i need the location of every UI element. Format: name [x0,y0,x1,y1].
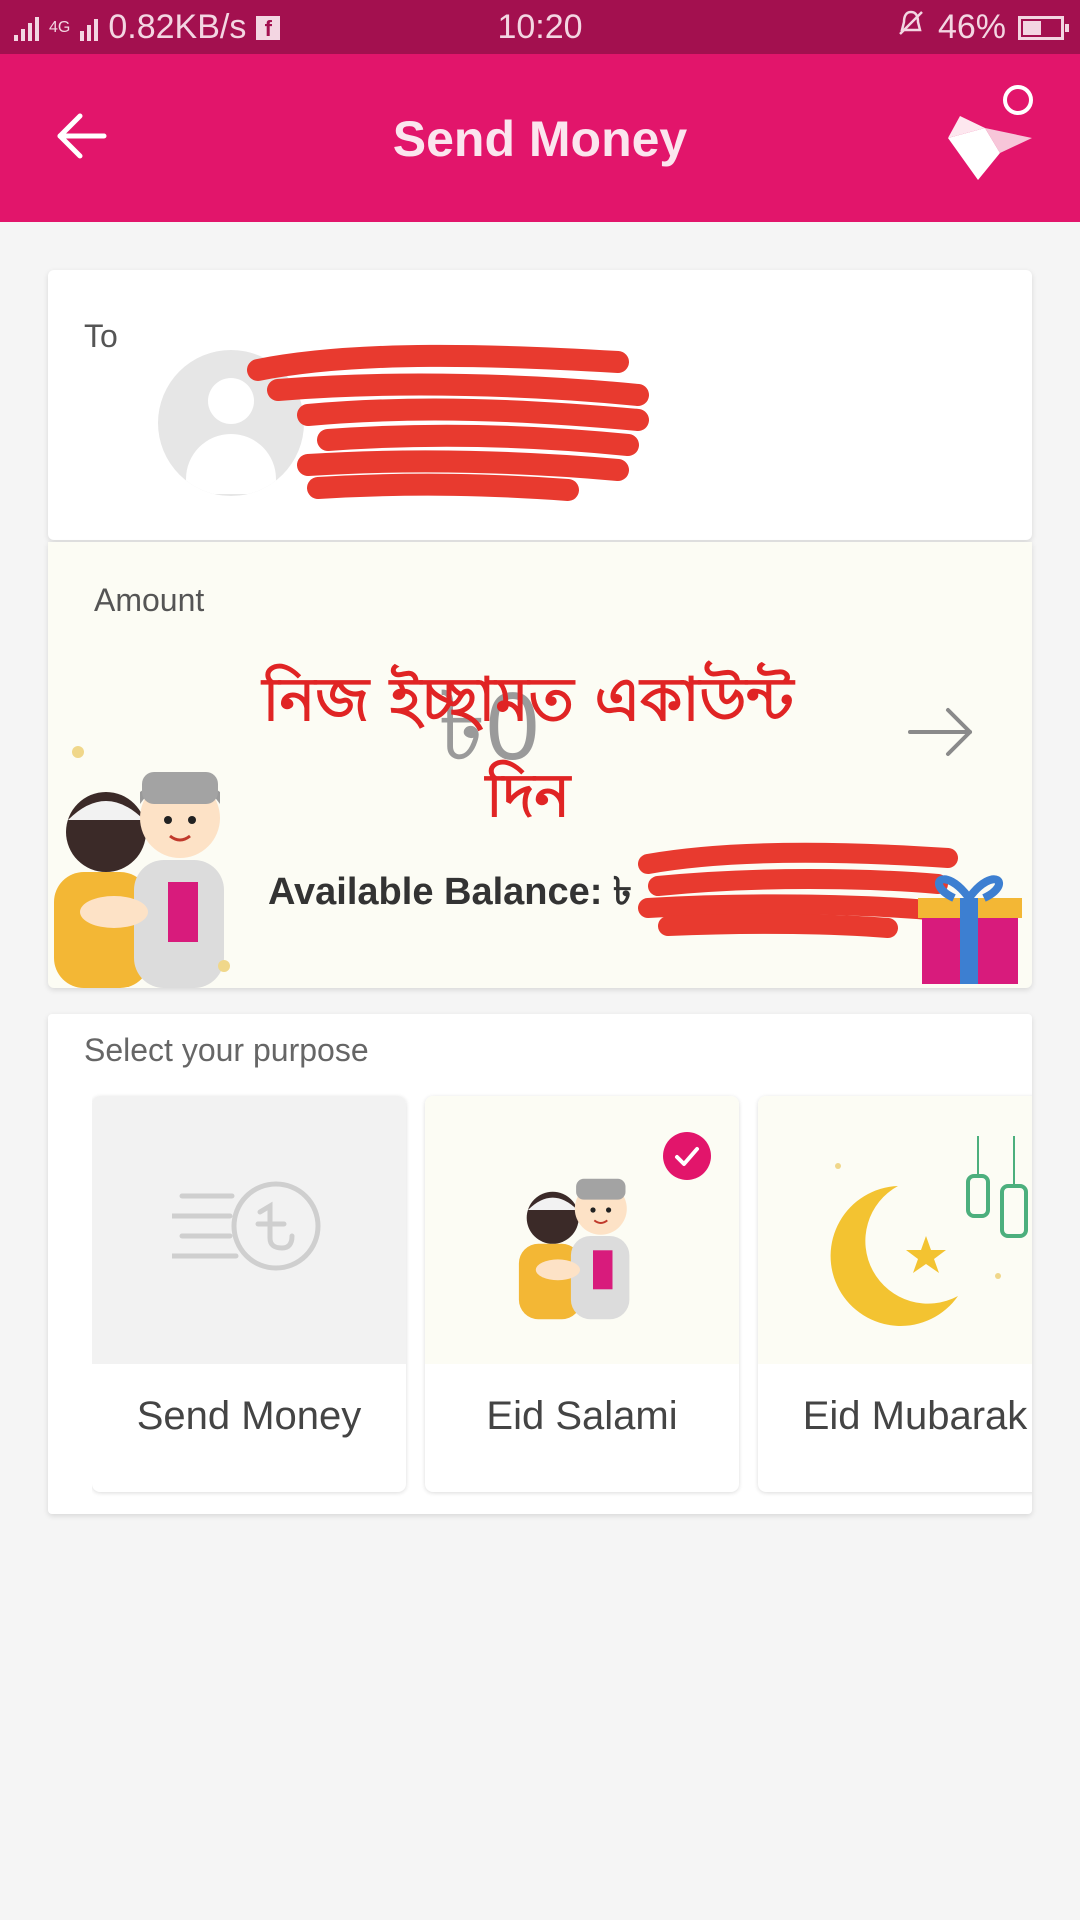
eid-hug-icon [518,1178,630,1320]
battery-percent: 46% [937,8,1006,46]
recipient-card[interactable]: To [48,270,1032,540]
purpose-caption: Eid Mubarak [802,1394,1028,1438]
gift-icon [918,875,1022,984]
available-balance: Available Balance: ৳ [268,871,632,913]
redaction-scribble [247,344,649,501]
purpose-caption: Eid Salami [486,1394,678,1438]
page-title: Send Money [392,111,688,167]
overlay-line-2: দিন [485,761,571,831]
arrow-right-icon[interactable] [906,702,976,762]
bkash-bird-logo-icon [948,85,1033,180]
purpose-label: Select your purpose [84,1032,369,1068]
purpose-options[interactable]: Send Money Eid Salami Eid Mubarak [92,1084,1032,1498]
purpose-option-send-money[interactable]: Send Money [92,1096,406,1492]
purpose-card: Select your purpose Send Money Eid Salam… [48,1014,1032,1514]
battery-icon [1018,15,1069,40]
amount-card: Amount ৳0 নিজ ইচ্ছামত একাউন্ট দিন Availa… [48,542,1032,988]
app-bar: Send Money [0,54,1080,222]
purpose-option-eid-salami[interactable]: Eid Salami [425,1096,739,1492]
amount-label: Amount [94,582,205,618]
overlay-annotation: নিজ ইচ্ছামত একাউন্ট দিন [178,652,878,844]
silent-bell-icon [896,8,926,47]
selected-check-icon [663,1132,711,1180]
to-label: To [84,318,118,354]
status-bar: 4G 0.82KB/s f 10:20 46% [0,0,1080,54]
purpose-option-eid-mubarak[interactable]: Eid Mubarak [758,1096,1032,1492]
crescent-moon-icon [830,1136,1028,1326]
send-money-icon [172,1181,321,1271]
purpose-caption: Send Money [136,1394,362,1438]
overlay-line-1: নিজ ইচ্ছামত একাউন্ট [262,665,794,735]
